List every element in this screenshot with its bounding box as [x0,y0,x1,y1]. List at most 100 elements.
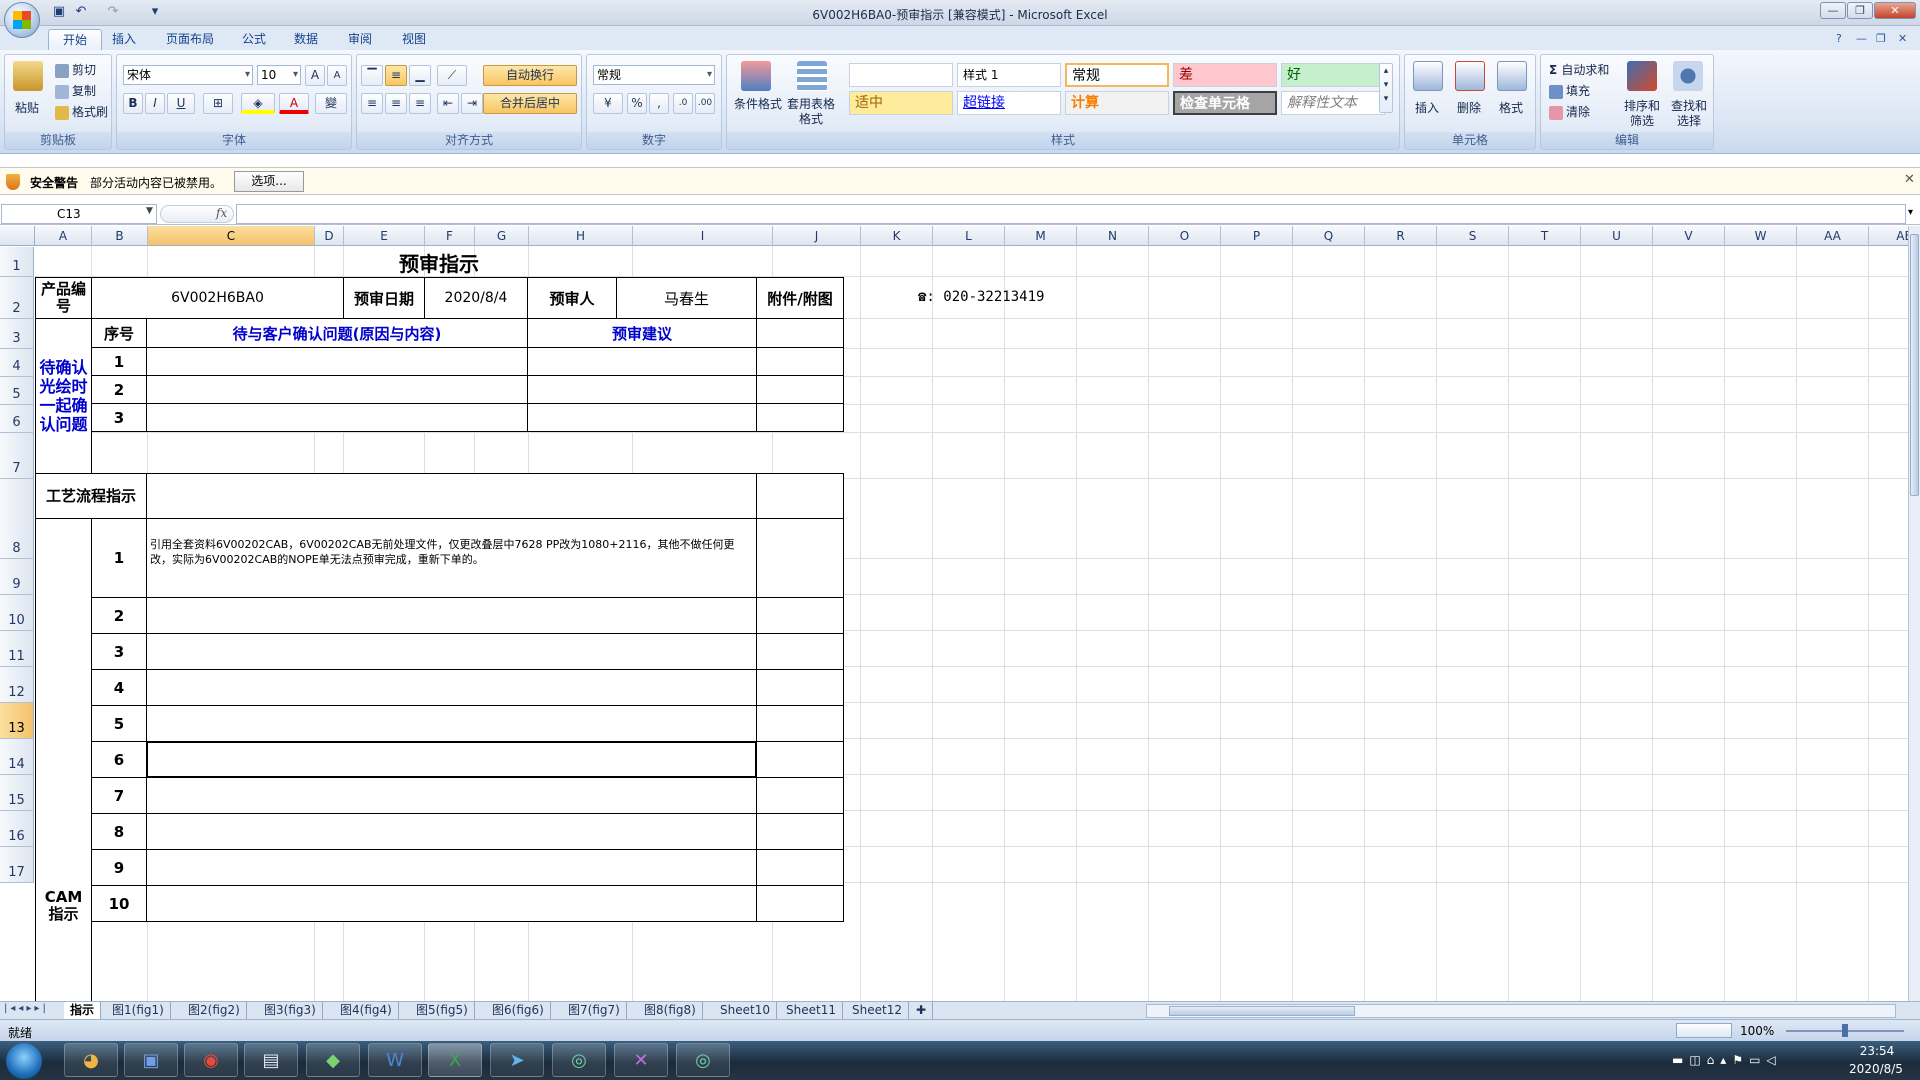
sheet-tab[interactable]: 图3(fig3) [258,1002,323,1019]
column-header[interactable]: A [35,226,92,246]
increase-decimal-button[interactable]: .0 [673,93,693,114]
cam-content-cell[interactable] [146,633,757,670]
taskbar-send-icon[interactable]: ➤ [490,1043,544,1077]
delete-cells-button[interactable]: 删除 [1457,99,1481,116]
vertical-scrollbar[interactable] [1908,226,1920,1001]
clear-button[interactable]: 清除 [1549,103,1590,120]
decrease-indent-button[interactable]: ⇤ [437,93,459,114]
column-header[interactable]: AA [1797,226,1869,246]
office-button[interactable] [4,2,40,38]
style-neutral[interactable]: 适中 [849,91,953,115]
column-header[interactable]: P [1221,226,1293,246]
ribbon-minimize-icon[interactable]: — [1856,32,1867,45]
row-header[interactable]: 7 [0,433,34,479]
ribbon-close-icon[interactable]: ✕ [1898,32,1907,45]
cam-content-cell[interactable]: 引用全套资料6V00202CAB，6V00202CAB无前处理文件，仅更改叠层中… [146,518,757,598]
number-format-select[interactable]: 常规 [593,65,715,85]
grow-font-button[interactable]: A [305,65,325,86]
cam-seq-cell[interactable]: 3 [91,633,147,670]
row-header[interactable]: 13 [0,703,34,739]
row-header[interactable]: 3 [0,319,34,349]
format-cells-button[interactable]: 格式 [1499,99,1523,116]
cam-attachment-cell[interactable] [756,885,844,922]
cam-seq-cell[interactable]: 10 [91,885,147,922]
active-cell-c13[interactable] [146,741,757,778]
underline-button[interactable]: U [167,93,195,114]
column-header[interactable]: N [1077,226,1149,246]
confirm-advice-cell[interactable] [527,375,757,404]
align-right-button[interactable]: ≡ [409,93,431,114]
insert-cells-button[interactable]: 插入 [1415,99,1439,116]
sheet-nav-arrows[interactable]: |◂◂▸▸| [4,1003,49,1014]
style-hyperlink[interactable]: 超链接 [957,91,1061,115]
row-header[interactable]: 10 [0,595,34,631]
system-tray-icons[interactable]: ▬◫⌂▴⚑▭◁ [1672,1053,1782,1067]
orientation-button[interactable]: ⟋ [437,65,467,86]
taskbar-document-icon[interactable]: ▤ [244,1043,298,1077]
security-options-button[interactable]: 选项... [234,171,304,192]
column-header[interactable]: AB [1869,226,1908,246]
paste-button[interactable]: 粘贴 [15,99,39,116]
column-header[interactable]: F [425,226,475,246]
align-middle-button[interactable]: ≡ [385,65,407,86]
minimize-button[interactable]: — [1820,2,1846,19]
sheet-tab[interactable]: 图7(fig7) [562,1002,627,1019]
confirm-attachment-cell[interactable] [756,403,844,432]
column-header[interactable]: L [933,226,1005,246]
decrease-decimal-button[interactable]: .00 [695,93,715,114]
clock-time[interactable]: 23:54 [1842,1044,1912,1058]
row-header[interactable]: 5 [0,377,34,405]
cam-seq-cell[interactable]: 2 [91,597,147,634]
confirm-issue-cell[interactable] [146,375,528,404]
tab-insert[interactable]: 插入 [98,29,150,50]
row-header[interactable]: 4 [0,349,34,377]
column-header[interactable]: K [861,226,933,246]
delete-cells-icon[interactable] [1455,61,1485,91]
styles-scroll-button[interactable]: ▴ ▾ ▾ [1379,63,1393,113]
find-select-button[interactable]: 查找和选择 [1667,99,1711,129]
column-header[interactable]: U [1581,226,1653,246]
cam-seq-cell[interactable]: 1 [91,518,147,598]
shrink-font-button[interactable]: A [327,65,347,86]
cam-attachment-cell[interactable] [756,518,844,598]
tab-page-layout[interactable]: 页面布局 [152,29,228,50]
paste-icon[interactable] [13,61,43,91]
wrap-text-button[interactable]: 自动换行 [483,65,577,86]
style-explanatory[interactable]: 解释性文本 [1281,91,1385,115]
sheet-tab[interactable]: Sheet10 [714,1002,777,1019]
tab-data[interactable]: 数据 [280,29,332,50]
table-format-button[interactable]: 套用表格格式 [785,97,837,127]
confirm-issue-cell[interactable] [146,403,528,432]
format-painter-button[interactable]: 格式刷 [55,103,108,120]
cam-seq-cell[interactable]: 8 [91,813,147,850]
row-header[interactable]: 12 [0,667,34,703]
row-header[interactable]: 8 [0,479,34,559]
cam-content-cell[interactable] [146,669,757,706]
taskbar-shell-icon[interactable]: ◕ [64,1043,118,1077]
cam-content-cell[interactable] [146,705,757,742]
phonetic-button[interactable]: 變 [315,93,347,114]
column-header[interactable]: C [148,226,315,246]
row-header[interactable]: 9 [0,559,34,595]
currency-button[interactable]: ¥ [593,93,623,114]
process-content[interactable] [146,473,757,519]
confirm-advice-cell[interactable] [527,403,757,432]
row-header[interactable]: 17 [0,847,34,883]
column-header[interactable]: V [1653,226,1725,246]
review-date-value[interactable]: 2020/8/4 [424,277,528,319]
align-left-button[interactable]: ≡ [361,93,383,114]
confirm-attachment-cell[interactable] [756,375,844,404]
confirm-seq-cell[interactable]: 3 [91,403,147,432]
namebox-dropdown-icon[interactable]: ▼ [146,206,153,216]
comma-button[interactable]: , [649,93,669,114]
attachment-cell[interactable] [756,318,844,348]
confirm-advice-cell[interactable] [527,347,757,376]
cut-button[interactable]: 剪切 [55,61,96,78]
column-header[interactable]: O [1149,226,1221,246]
vertical-scroll-thumb[interactable] [1910,234,1919,496]
style-bad[interactable]: 差 [1173,63,1277,87]
clock-date[interactable]: 2020/8/5 [1836,1062,1916,1076]
zoom-slider-thumb[interactable] [1842,1024,1848,1037]
cam-attachment-cell[interactable] [756,741,844,778]
sheet-tab[interactable]: 图8(fig8) [638,1002,703,1019]
